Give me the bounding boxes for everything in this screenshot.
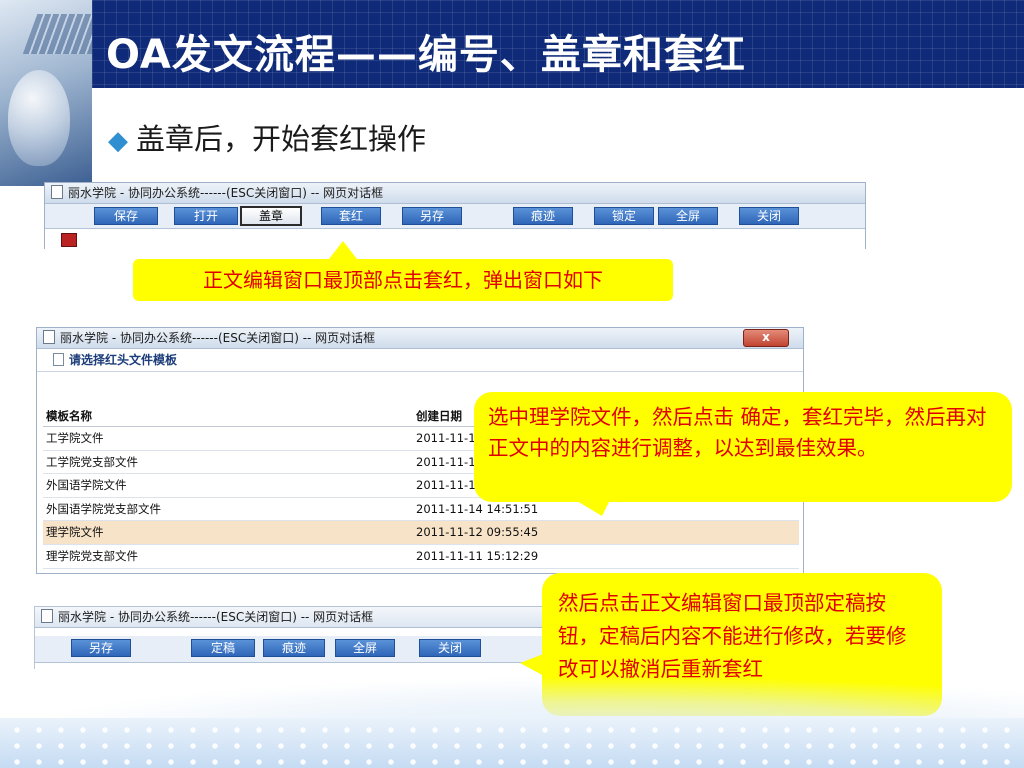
editor-toolbar: 另存 定稿 痕迹 全屏 关闭 [35, 636, 555, 663]
keyboard-image [22, 14, 92, 54]
diamond-bullet-icon: ◆ [108, 126, 128, 156]
dialog-title-bar: 丽水学院 - 协同办公系统------(ESC关闭窗口) -- 网页对话框 x [37, 328, 803, 349]
dialog-title: 丽水学院 - 协同办公系统------(ESC关闭窗口) -- 网页对话框 [68, 186, 384, 200]
row-name: 外国语学院党支部文件 [46, 501, 161, 516]
callout-select-template: 选中理学院文件，然后点击 确定，套红完毕，然后再对正文中的内容进行调整，以达到最… [474, 392, 1012, 516]
row-date: 2011-11-1 [416, 454, 476, 469]
column-header-name: 模板名称 [46, 409, 92, 423]
callout-pointer [520, 653, 546, 677]
computer-mouse-photo [0, 0, 92, 186]
row-date: 2011-11-12 09:55:45 [416, 525, 539, 540]
dialog-title: 丽水学院 - 协同办公系统------(ESC关闭窗口) -- 网页对话框 [60, 331, 376, 345]
open-button[interactable]: 打开 [174, 207, 238, 225]
slide-title: OA发文流程——编号、盖章和套红 [106, 32, 746, 78]
save-as-button[interactable]: 另存 [402, 207, 462, 225]
save-button[interactable]: 保存 [94, 207, 158, 225]
callout-text: 正文编辑窗口最顶部点击套红，弹出窗口如下 [203, 268, 603, 292]
lock-button[interactable]: 锁定 [594, 207, 654, 225]
row-name: 理学院党支部文件 [46, 548, 138, 563]
callout-text: 然后点击正文编辑窗口最顶部定稿按钮，定稿后内容不能进行修改，若要修改可以撤消后重… [558, 591, 907, 681]
stamp-button[interactable]: 盖章 [240, 206, 302, 226]
row-name: 工学院党支部文件 [46, 454, 138, 469]
dialog-title-bar: 丽水学院 - 协同办公系统------(ESC关闭窗口) -- 网页对话框 [35, 607, 555, 628]
fullscreen-button[interactable]: 全屏 [658, 207, 718, 225]
row-name: 工学院文件 [46, 431, 104, 445]
revision-trace-button[interactable]: 痕迹 [263, 639, 325, 657]
callout-text: 选中理学院文件，然后点击 确定，套红完毕，然后再对正文中的内容进行调整，以达到最… [488, 405, 987, 460]
close-x-button[interactable]: x [743, 329, 789, 347]
close-button[interactable]: 关闭 [419, 639, 481, 657]
callout-red-header: 正文编辑窗口最顶部点击套红，弹出窗口如下 [133, 241, 673, 301]
callout-pointer [562, 492, 614, 516]
row-name: 理学院文件 [46, 525, 104, 540]
template-panel-title: 请选择红头文件模板 [69, 353, 178, 367]
document-stamp-icon [61, 233, 77, 247]
document-icon [41, 609, 53, 623]
column-header-date: 创建日期 [416, 409, 462, 423]
callout-pointer [329, 241, 357, 259]
bottom-dot-pattern [0, 718, 1024, 768]
table-row-selected[interactable]: 理学院文件 2011-11-12 09:55:45 [43, 521, 799, 545]
row-date: 2011-11-1 [416, 431, 476, 445]
editor-body-strip [45, 229, 865, 249]
editor-dialog-top: 丽水学院 - 协同办公系统------(ESC关闭窗口) -- 网页对话框 保存… [44, 182, 866, 249]
mouse-image [8, 70, 70, 166]
bullet-line: ◆ 盖章后，开始套红操作 [108, 116, 426, 158]
table-row[interactable]: 理学院党支部文件 2011-11-11 15:12:29 [43, 545, 799, 569]
editor-dialog-finalize: 丽水学院 - 协同办公系统------(ESC关闭窗口) -- 网页对话框 另存… [34, 606, 556, 669]
red-header-button[interactable]: 套红 [321, 207, 381, 225]
template-panel-header: 请选择红头文件模板 [37, 349, 803, 372]
dialog-title-bar: 丽水学院 - 协同办公系统------(ESC关闭窗口) -- 网页对话框 [45, 183, 865, 204]
editor-toolbar: 保存 打开 盖章 套红 另存 痕迹 锁定 全屏 关闭 [45, 204, 865, 229]
document-icon [51, 185, 63, 199]
document-icon [53, 353, 64, 366]
row-date: 2011-11-11 15:12:29 [416, 548, 539, 563]
document-icon [43, 330, 55, 344]
revision-trace-button[interactable]: 痕迹 [513, 207, 573, 225]
dialog-title: 丽水学院 - 协同办公系统------(ESC关闭窗口) -- 网页对话框 [58, 610, 374, 624]
bullet-text: 盖章后，开始套红操作 [136, 122, 427, 156]
finalize-button[interactable]: 定稿 [191, 639, 255, 657]
row-name: 外国语学院文件 [46, 478, 127, 493]
save-as-button[interactable]: 另存 [71, 639, 131, 657]
fullscreen-button[interactable]: 全屏 [335, 639, 395, 657]
close-button[interactable]: 关闭 [739, 207, 799, 225]
row-date: 2011-11-1 [416, 478, 476, 493]
